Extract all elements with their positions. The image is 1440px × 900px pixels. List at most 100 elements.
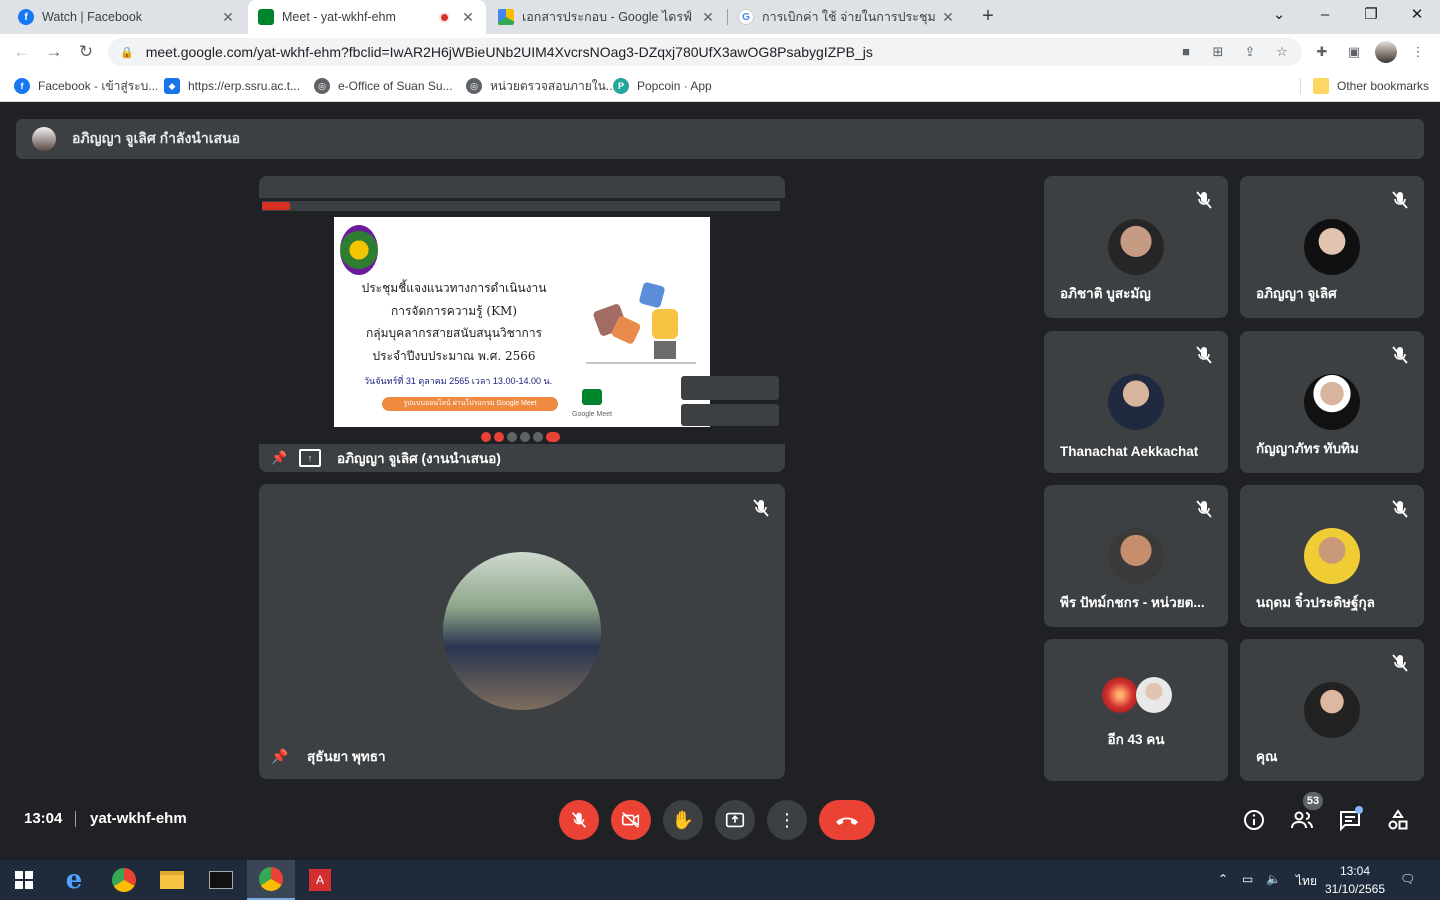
more-participants-tile[interactable]: อีก 43 คน: [1044, 639, 1228, 781]
meeting-info-divider: [75, 811, 76, 827]
google-meet-icon: [582, 389, 602, 405]
forward-button[interactable]: →: [42, 40, 66, 64]
input-language[interactable]: ไทย: [1296, 872, 1317, 891]
participant-name: อภิชาติ บูสะมัญ: [1060, 286, 1151, 301]
minimize-button[interactable]: –: [1302, 0, 1348, 32]
folder-icon: [160, 871, 184, 889]
bookmark-popcoin[interactable]: P Popcoin · App: [613, 76, 712, 96]
google-icon: G: [738, 9, 754, 25]
close-tab-icon[interactable]: ✕: [460, 9, 476, 26]
camera-icon[interactable]: ■: [1177, 43, 1195, 61]
more-vert-icon: ⋮: [778, 809, 796, 830]
participant-name: คุณ: [1256, 749, 1278, 764]
globe-icon: ◎: [314, 78, 330, 94]
participant-tile[interactable]: พีร ปัทม์กชกร - หน่วยต...: [1044, 485, 1228, 627]
camera-toggle-button[interactable]: [611, 800, 651, 840]
pin-icon[interactable]: 📌: [271, 748, 291, 765]
other-bookmarks[interactable]: Other bookmarks: [1313, 76, 1429, 96]
pin-icon[interactable]: 📌: [271, 450, 287, 466]
recording-indicator-icon: [439, 11, 450, 23]
tab-title: การเบิกค่า ใช้ จ่ายในการประชุม ออนไลน์: [762, 10, 940, 24]
share-icon[interactable]: ⇪: [1241, 43, 1259, 61]
bookmarks-bar: f Facebook - เข้าสู่ระบ... ◆ https://erp…: [0, 70, 1440, 102]
tab-google-search[interactable]: G การเบิกค่า ใช้ จ่ายในการประชุม ออนไลน์…: [728, 0, 966, 34]
restore-button[interactable]: ❐: [1348, 0, 1394, 32]
people-button[interactable]: [1288, 806, 1316, 834]
bookmark-facebook[interactable]: f Facebook - เข้าสู่ระบ...: [14, 76, 158, 96]
shared-chat-popup: [681, 404, 779, 426]
close-tab-icon[interactable]: ✕: [220, 9, 236, 26]
translate-icon[interactable]: ⊞: [1209, 43, 1227, 61]
bookmarks-divider: [1300, 78, 1301, 94]
close-tab-icon[interactable]: ✕: [940, 9, 956, 26]
chrome-menu-icon[interactable]: ⋮: [1409, 43, 1427, 61]
bookmark-eoffice[interactable]: ◎ e-Office of Suan Su...: [314, 76, 453, 96]
facebook-icon: f: [18, 9, 34, 25]
back-button[interactable]: ←: [10, 40, 34, 64]
side-panel-icon[interactable]: ▣: [1345, 43, 1363, 61]
bookmark-label: https://erp.ssru.ac.t...: [188, 79, 301, 93]
tab-meet[interactable]: Meet - yat-wkhf-ehm ✕: [248, 0, 486, 34]
other-bookmarks-label: Other bookmarks: [1337, 79, 1430, 93]
close-tab-icon[interactable]: ✕: [700, 9, 716, 26]
participant-tile[interactable]: นฤดม จิ๋วประดิษฐ์กุล: [1240, 485, 1424, 627]
taskbar-chrome[interactable]: [100, 860, 148, 900]
present-now-button[interactable]: [715, 800, 755, 840]
pinned-participant-tile[interactable]: 📌 สุธันยา พุทธา: [259, 484, 785, 779]
facebook-icon: f: [14, 78, 30, 94]
presentation-slide: ประชุมชี้แจงแนวทางการดำเนินงาน การจัดการ…: [334, 217, 710, 427]
presentation-tile[interactable]: ประชุมชี้แจงแนวทางการดำเนินงาน การจัดการ…: [259, 176, 785, 472]
participant-tile[interactable]: Thanachat Aekkachat: [1044, 331, 1228, 473]
mic-off-icon: [1196, 500, 1212, 518]
new-tab-button[interactable]: +: [976, 5, 1000, 29]
participant-avatar: [1304, 219, 1360, 275]
meeting-code: yat-wkhf-ehm: [90, 810, 187, 827]
internet-explorer-icon: e: [65, 865, 83, 895]
browser-tab-bar: f Watch | Facebook ✕ Meet - yat-wkhf-ehm…: [0, 0, 1440, 34]
meeting-details-button[interactable]: [1240, 806, 1268, 834]
profile-avatar[interactable]: [1375, 41, 1397, 63]
taskbar-chrome-active[interactable]: [247, 860, 295, 900]
meeting-time: 13:04: [24, 810, 63, 827]
tab-facebook[interactable]: f Watch | Facebook ✕: [8, 0, 246, 34]
microphone-toggle-button[interactable]: [559, 800, 599, 840]
bookmark-label: Popcoin · App: [637, 79, 712, 93]
raise-hand-button[interactable]: ✋: [663, 800, 703, 840]
taskbar-internet-explorer[interactable]: e: [50, 860, 98, 900]
taskbar-acrobat[interactable]: A: [296, 860, 344, 900]
system-clock[interactable]: 13:04 31/10/2565: [1318, 862, 1392, 898]
participant-name: นฤดม จิ๋วประดิษฐ์กุล: [1256, 595, 1375, 610]
tab-search-icon[interactable]: ⌄: [1256, 0, 1302, 32]
start-button[interactable]: [0, 860, 48, 900]
activities-button[interactable]: [1384, 806, 1412, 834]
mic-off-icon: [1196, 346, 1212, 364]
bookmark-erp[interactable]: ◆ https://erp.ssru.ac.t...: [164, 76, 300, 96]
participant-tile[interactable]: อภิญญา จูเลิศ: [1240, 176, 1424, 318]
tab-drive[interactable]: เอกสารประกอบ - Google ไดรฟ์ ✕: [488, 0, 726, 34]
taskbar-file-explorer[interactable]: [148, 860, 196, 900]
more-options-button[interactable]: ⋮: [767, 800, 807, 840]
acrobat-icon: A: [309, 869, 331, 891]
tray-overflow-icon[interactable]: ⌃: [1218, 872, 1228, 886]
url-text[interactable]: meet.google.com/yat-wkhf-ehm?fbclid=IwAR…: [146, 44, 1302, 60]
extensions-icon[interactable]: ✚: [1313, 43, 1331, 61]
participant-avatar: [1108, 528, 1164, 584]
lock-icon[interactable]: 🔒: [120, 46, 134, 59]
self-tile[interactable]: คุณ: [1240, 639, 1424, 781]
terminal-icon: [209, 871, 233, 889]
bookmark-audit[interactable]: ◎ หน่วยตรวจสอบภายใน...: [466, 76, 616, 96]
clock-date: 31/10/2565: [1324, 882, 1386, 896]
leave-call-button[interactable]: [819, 800, 875, 840]
omnibox[interactable]: 🔒 meet.google.com/yat-wkhf-ehm?fbclid=Iw…: [108, 38, 1302, 66]
participant-tile[interactable]: อภิชาติ บูสะมัญ: [1044, 176, 1228, 318]
notifications-icon[interactable]: 🗨: [1400, 872, 1415, 886]
network-icon[interactable]: ▭: [1242, 872, 1253, 886]
taskbar-terminal[interactable]: [197, 860, 245, 900]
participant-name: พีร ปัทม์กชกร - หน่วยต...: [1060, 595, 1205, 610]
people-count-badge: 53: [1303, 792, 1323, 810]
volume-icon[interactable]: 🔈: [1266, 872, 1281, 886]
close-window-button[interactable]: ✕: [1394, 0, 1440, 32]
participant-tile[interactable]: กัญญาภัทร ทับทิม: [1240, 331, 1424, 473]
reload-button[interactable]: ↻: [74, 40, 98, 64]
bookmark-star-icon[interactable]: ☆: [1273, 43, 1291, 61]
